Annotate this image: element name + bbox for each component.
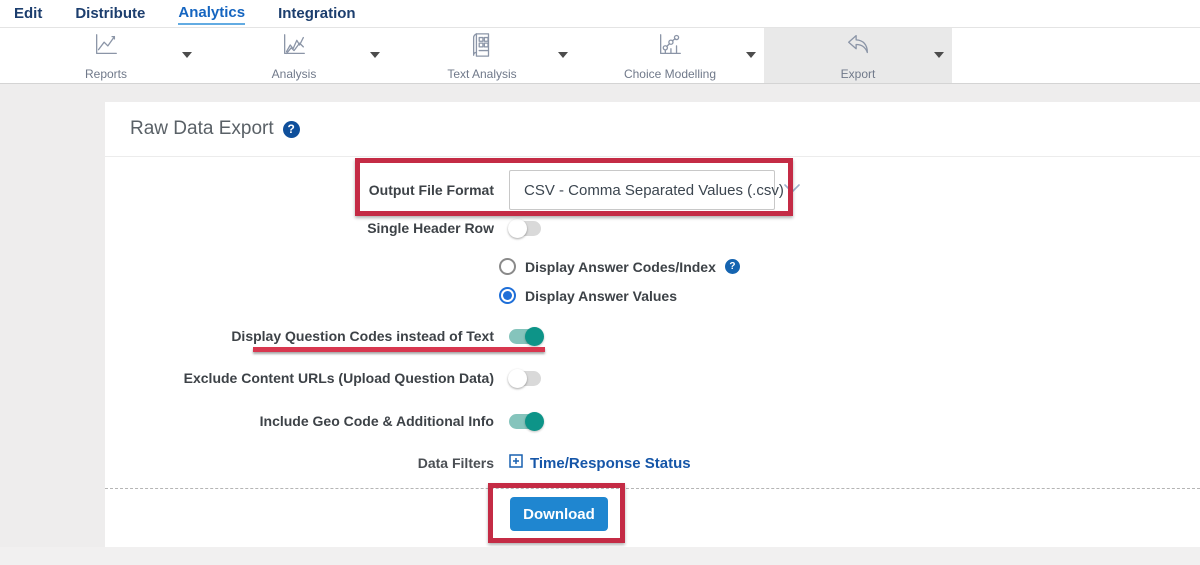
data-filters-row: Data Filters Time/Response Status [105,452,691,474]
geo-code-row: Include Geo Code & Additional Info [105,410,545,432]
toggle-knob [525,411,544,431]
toolbar-item-label: Analysis [271,66,317,81]
toggle-knob [508,368,527,388]
toolbar-item-label: Choice Modelling [623,66,717,81]
single-header-row: Single Header Row [105,217,545,239]
output-format-value: CSV - Comma Separated Values (.csv) [524,181,784,199]
panel-header: Raw Data Export ? [105,102,1200,157]
exclude-urls-toggle[interactable] [508,368,545,388]
multi-line-chart-icon [279,31,309,64]
nav-item-distribute[interactable]: Distribute [75,4,145,24]
help-icon[interactable]: ? [282,120,300,138]
answer-values-option: Display Answer Values [499,287,677,304]
toolbar-item-analysis[interactable]: Analysis [200,28,388,83]
raw-data-export-panel: Raw Data Export ? Output File Format CSV… [105,102,1200,547]
expand-plus-icon [509,453,523,473]
toolbar-item-choice-modelling[interactable]: Choice Modelling [576,28,764,83]
scatter-chart-icon [655,31,685,64]
chevron-down-icon[interactable] [934,52,944,58]
answer-values-radio[interactable] [499,287,516,304]
report-document-icon [469,31,495,64]
nav-item-analytics[interactable]: Analytics [178,3,246,25]
toggle-knob [525,326,544,346]
answer-codes-option: Display Answer Codes/Index ? [499,258,740,275]
output-format-label: Output File Format [368,182,494,198]
top-nav: Edit Distribute Analytics Integration [0,0,1200,28]
toolbar-item-label: Text Analysis [447,66,517,81]
output-format-row: Output File Format CSV - Comma Separated… [105,170,800,210]
line-chart-icon [91,31,121,64]
toolbar-item-label: Export [840,66,876,81]
output-format-select[interactable]: CSV - Comma Separated Values (.csv) [509,170,800,210]
nav-item-integration[interactable]: Integration [278,4,356,24]
question-codes-label: Display Question Codes instead of Text [231,328,494,344]
toolbar-item-text-analysis[interactable]: Text Analysis [388,28,576,83]
geo-code-toggle[interactable] [509,411,545,431]
time-response-status-link[interactable]: Time/Response Status [509,453,691,473]
toolbar-item-export[interactable]: Export [764,28,952,83]
page-title: Raw Data Export [130,118,274,139]
help-icon[interactable]: ? [724,259,740,274]
geo-code-label: Include Geo Code & Additional Info [259,413,494,429]
page-background-strip [0,547,1200,565]
chevron-down-icon [784,181,800,199]
question-codes-row: Display Question Codes instead of Text [105,325,545,347]
single-header-toggle[interactable] [508,218,545,238]
chevron-down-icon[interactable] [558,52,568,58]
chevron-down-icon[interactable] [182,52,192,58]
toolbar-item-label: Reports [84,66,128,81]
question-codes-toggle[interactable] [509,326,545,346]
chevron-down-icon[interactable] [746,52,756,58]
single-header-label: Single Header Row [367,220,494,236]
nav-item-edit[interactable]: Edit [14,4,42,24]
toggle-knob [508,218,527,238]
exclude-urls-label: Exclude Content URLs (Upload Question Da… [183,370,494,386]
annotation-underline-question-codes [253,347,545,352]
answer-codes-label: Display Answer Codes/Index [525,258,716,275]
toolbar-item-reports[interactable]: Reports [12,28,200,83]
answer-values-label: Display Answer Values [525,287,677,304]
analytics-toolbar: Reports Analysis Text Analysis Choice Mo… [0,28,1200,84]
download-button[interactable]: Download [510,497,608,531]
exclude-urls-row: Exclude Content URLs (Upload Question Da… [105,367,545,389]
time-response-status-label: Time/Response Status [530,454,691,472]
chevron-down-icon[interactable] [370,52,380,58]
data-filters-label: Data Filters [417,455,494,471]
answer-codes-radio[interactable] [499,258,516,275]
dashed-divider [105,488,1200,489]
export-arrow-icon [843,31,873,64]
